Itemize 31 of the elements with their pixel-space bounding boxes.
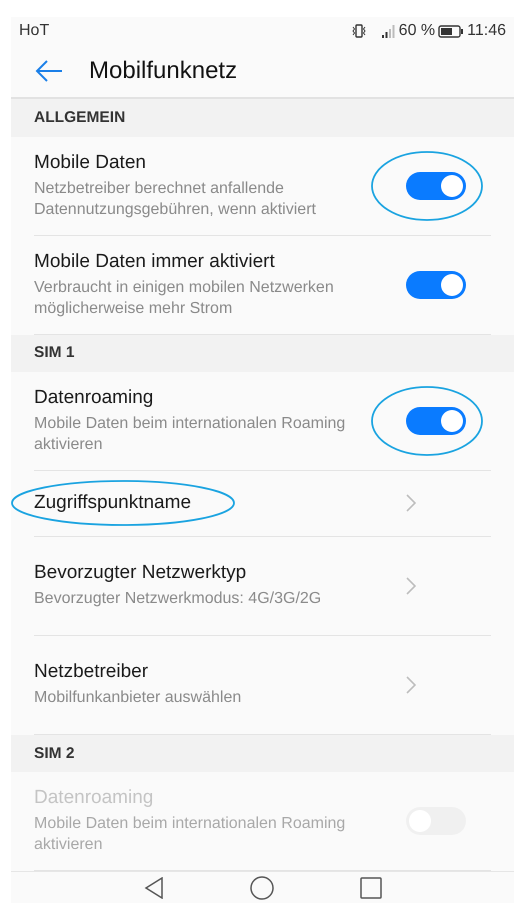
setting-title[interactable]: Mobile Daten immer aktiviert (34, 250, 275, 272)
toggle-switch[interactable] (406, 406, 466, 435)
home-icon[interactable] (250, 876, 274, 900)
setting-description: Mobile Daten beim internationalen Roaming aktivieren (34, 814, 346, 856)
chevron-right-icon (406, 494, 416, 512)
setting-description: Mobile Daten beim internationalen Roaming aktivieren (34, 414, 346, 455)
toggle-switch[interactable] (406, 172, 466, 200)
page-title: Mobilfunknetz (89, 57, 238, 86)
setting-title[interactable]: Mobile Daten (34, 152, 146, 173)
back-arrow-icon[interactable] (35, 60, 63, 82)
clock: 11:46 (467, 22, 506, 40)
setting-description: Netzbetreiber berechnet anfallende Datennutzungsgebühren, wenn aktiviert (34, 178, 317, 220)
setting-title[interactable]: Datenroaming (34, 386, 154, 408)
setting-title[interactable]: Netzbetreiber (34, 661, 148, 682)
chevron-right-icon (406, 576, 416, 595)
battery-icon (438, 24, 464, 38)
setting-description: Mobilfunkanbieter auswählen (34, 688, 242, 708)
signal-icon (380, 24, 397, 38)
battery-percentage: 60 % (398, 22, 436, 40)
chevron-right-icon (406, 676, 416, 694)
section-header: SIM 2 (11, 734, 514, 772)
back-icon[interactable] (144, 876, 164, 899)
setting-title[interactable]: Bevorzugter Netzwerktyp (34, 562, 246, 584)
section-header: ALLGEMEIN (11, 99, 514, 137)
carrier-name: HoT (19, 22, 50, 40)
recent-apps-icon[interactable] (360, 876, 382, 899)
setting-description: Bevorzugter Netzwerkmodus: 4G/3G/2G (34, 589, 322, 610)
vibrate-icon (350, 24, 367, 38)
section-header: SIM 1 (11, 334, 514, 372)
toggle-switch[interactable] (406, 270, 466, 299)
setting-description: Verbraucht in einigen mobilen Netzwerken möglicherweise mehr Strom (34, 278, 335, 319)
